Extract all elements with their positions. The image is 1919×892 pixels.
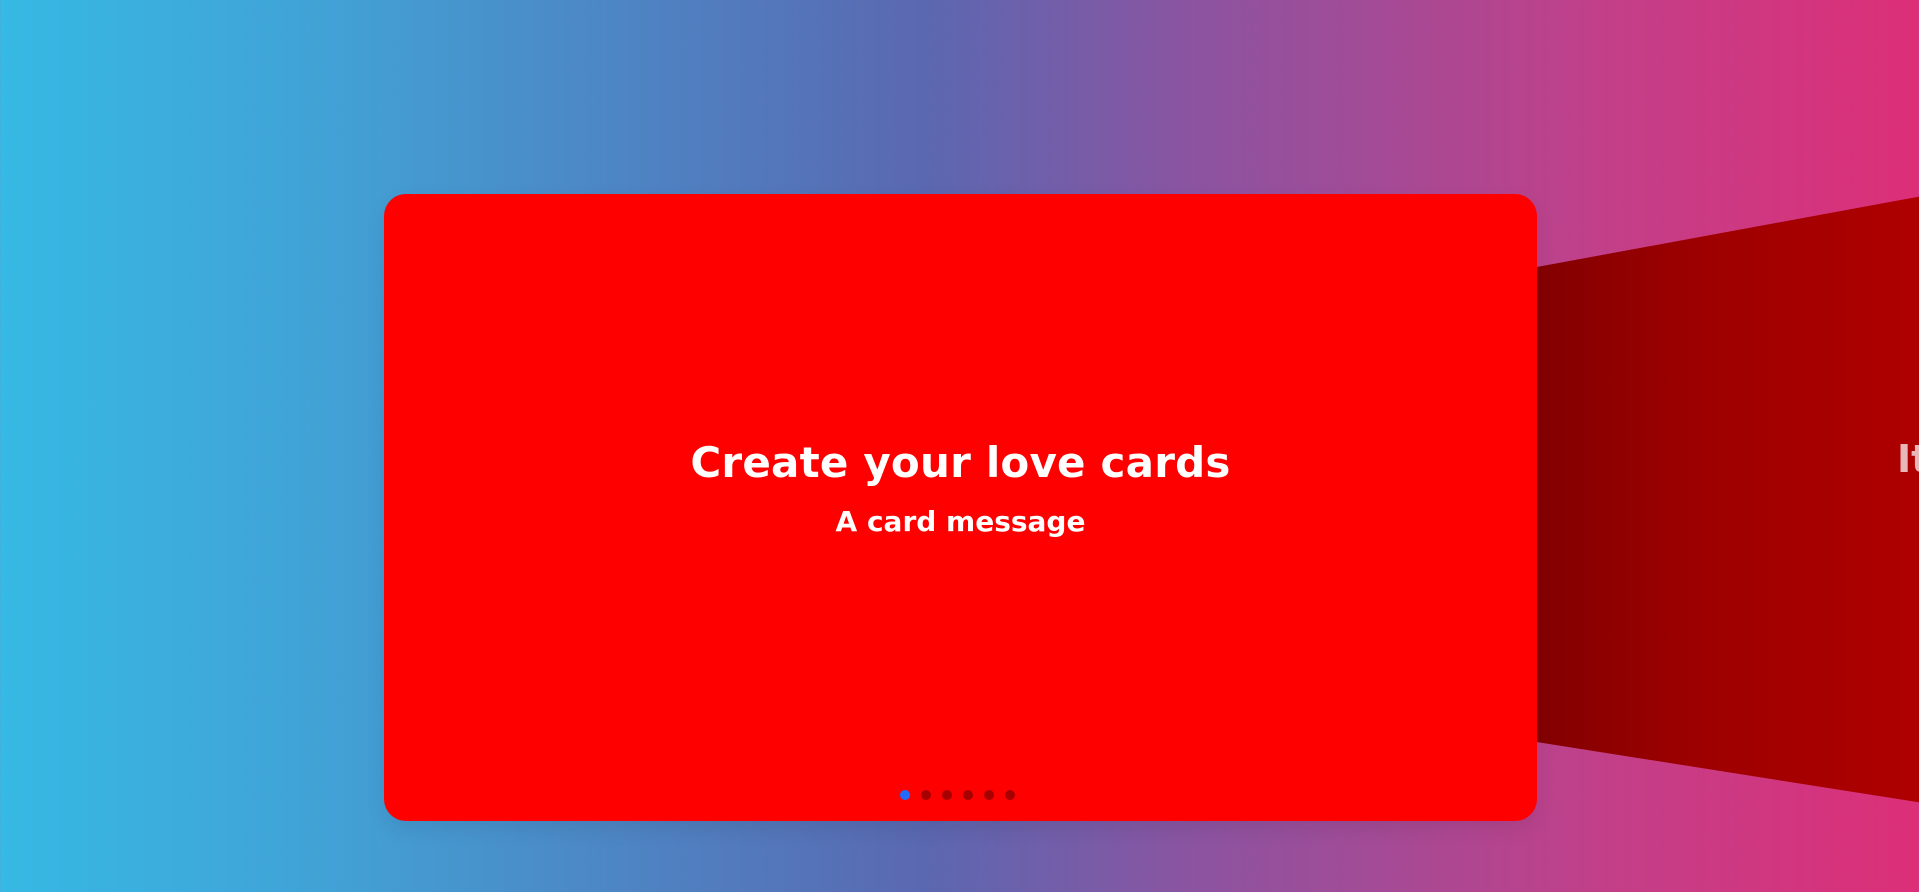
active-slide-card[interactable]: Create your love cards A card message: [384, 194, 1537, 821]
card-title: Create your love cards: [690, 438, 1231, 487]
next-slide-card[interactable]: It: [1485, 190, 1919, 808]
carousel-pagination: [900, 788, 1015, 802]
pagination-dot-4[interactable]: [963, 790, 973, 800]
card-content: Create your love cards A card message: [384, 438, 1537, 539]
pagination-dot-5[interactable]: [984, 790, 994, 800]
next-slide-title: It: [1897, 437, 1919, 481]
card-message: A card message: [835, 505, 1086, 539]
pagination-dot-1[interactable]: [900, 790, 910, 800]
pagination-dot-6[interactable]: [1005, 790, 1015, 800]
pagination-dot-3[interactable]: [942, 790, 952, 800]
carousel-stage: It Create your love cards A card message: [0, 0, 1919, 892]
pagination-dot-2[interactable]: [921, 790, 931, 800]
